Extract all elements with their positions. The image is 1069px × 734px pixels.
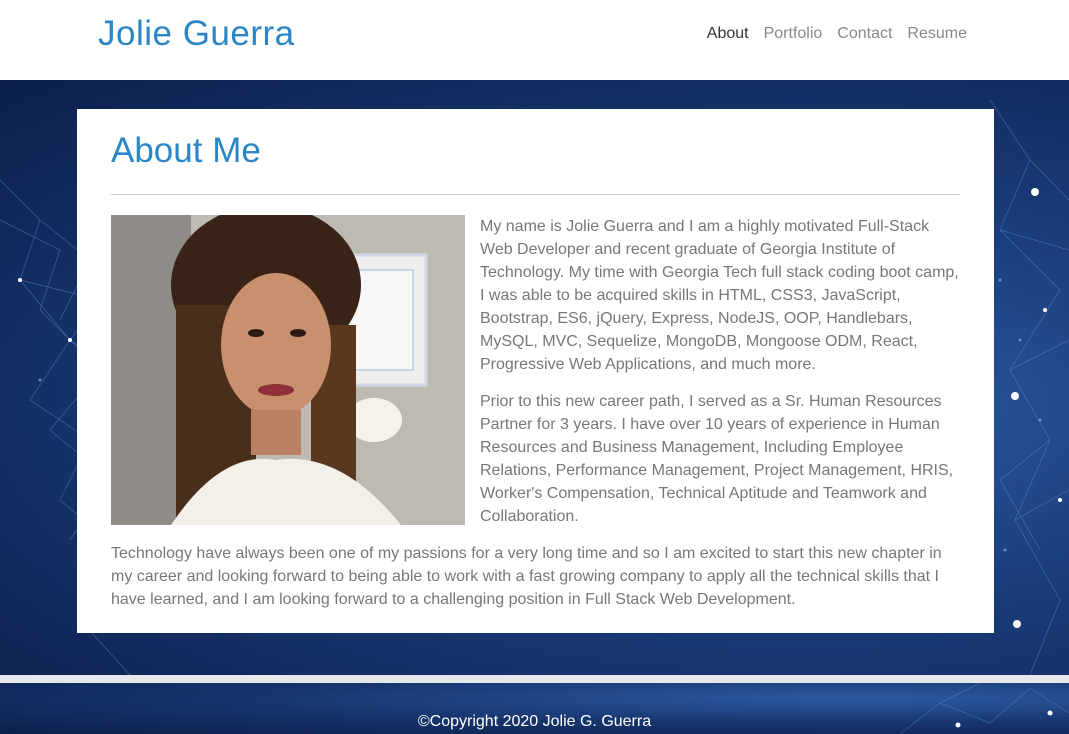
about-content: My name is Jolie Guerra and I am a highl…	[111, 215, 961, 625]
brand-link[interactable]: Jolie Guerra	[98, 14, 295, 54]
page-title: About Me	[111, 131, 261, 170]
copyright-text: ©Copyright 2020 Jolie G. Guerra	[417, 713, 652, 730]
footer-divider	[0, 675, 1069, 683]
nav-portfolio[interactable]: Portfolio	[764, 25, 823, 43]
nav-links: About Portfolio Contact Resume	[692, 25, 967, 43]
profile-photo	[111, 215, 465, 525]
about-card: About Me My name is Jolie Guerra and I a	[77, 109, 994, 633]
nav-contact[interactable]: Contact	[837, 25, 892, 43]
about-paragraph-3: Technology have always been one of my pa…	[111, 545, 942, 608]
nav-about[interactable]: About	[707, 25, 749, 43]
nav-resume[interactable]: Resume	[907, 25, 967, 43]
title-divider	[111, 194, 960, 195]
footer: ©Copyright 2020 Jolie G. Guerra	[0, 683, 1069, 734]
navbar: Jolie Guerra About Portfolio Contact Res…	[0, 0, 1069, 80]
